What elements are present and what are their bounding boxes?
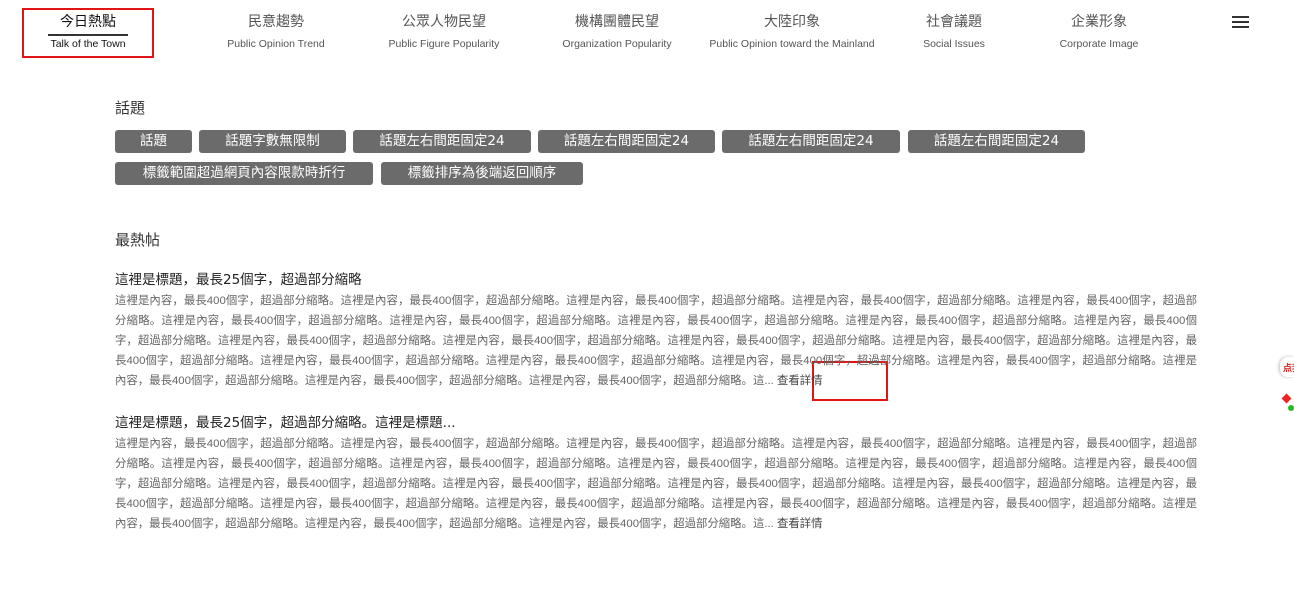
post-excerpt: 這裡是內容，最長400個字，超過部分縮略。這裡是內容，最長400個字，超過部分縮… (115, 291, 1197, 391)
nav-item-label-zh: 大陸印象 (764, 14, 820, 30)
nav-item-public-opinion-toward-mainland[interactable]: 大陸印象 Public Opinion toward the Mainland (702, 12, 882, 50)
post-body-text: 這裡是內容，最長400個字，超過部分縮略。這裡是內容，最長400個字，超過部分縮… (115, 295, 1197, 387)
nav-item-organization-popularity[interactable]: 機構團體民望 Organization Popularity (547, 12, 687, 50)
floating-side-widget[interactable]: 点我 (1278, 355, 1294, 415)
nav-item-label-zh: 公眾人物民望 (402, 14, 486, 30)
topic-tag[interactable]: 話題左右間距固定24 (722, 130, 900, 153)
post-excerpt: 這裡是內容，最長400個字，超過部分縮略。這裡是內容，最長400個字，超過部分縮… (115, 434, 1197, 534)
post-title[interactable]: 這裡是標題，最長25個字，超過部分縮略。這裡是標題... (115, 411, 456, 431)
nav-item-label-zh: 民意趨勢 (248, 14, 304, 30)
green-dot-icon (1288, 405, 1294, 411)
nav-item-label-en: Public Opinion Trend (227, 38, 325, 50)
nav-item-label-zh: 社會議題 (926, 14, 982, 30)
nav-item-label-en: Social Issues (923, 38, 985, 50)
nav-item-label-en: Public Figure Popularity (388, 38, 500, 50)
topic-tag[interactable]: 話題左右間距固定24 (908, 130, 1085, 153)
nav-item-public-figure-popularity[interactable]: 公眾人物民望 Public Figure Popularity (374, 12, 514, 50)
nav-item-label-en: Corporate Image (1059, 38, 1139, 50)
topic-tag[interactable]: 標籤排序為後端返回順序 (381, 162, 583, 185)
topic-tag[interactable]: 話題 (115, 130, 192, 153)
annotation-highlight-box (22, 8, 154, 58)
hot-posts-section-title: 最熱帖 (115, 231, 161, 249)
post-body-text: 這裡是內容，最長400個字，超過部分縮略。這裡是內容，最長400個字，超過部分縮… (115, 438, 1197, 530)
nav-item-social-issues[interactable]: 社會議題 Social Issues (904, 12, 1004, 50)
nav-item-corporate-image[interactable]: 企業形象 Corporate Image (1044, 12, 1154, 50)
topic-tag[interactable]: 標籤範圍超過網頁內容限款時折行 (115, 162, 373, 185)
nav-item-public-opinion-trend[interactable]: 民意趨勢 Public Opinion Trend (206, 12, 346, 50)
topic-tag[interactable]: 話題左右間距固定24 (353, 130, 531, 153)
nav-item-label-zh: 企業形象 (1071, 14, 1127, 30)
hamburger-menu-icon[interactable] (1232, 16, 1249, 29)
red-diamond-icon (1281, 393, 1292, 404)
top-navigation: 今日熱點 Talk of the Town 民意趨勢 Public Opinio… (0, 0, 1294, 62)
nav-item-label-en: Organization Popularity (562, 38, 672, 50)
nav-item-label-en: Public Opinion toward the Mainland (709, 38, 875, 50)
topic-tag[interactable]: 話題字數無限制 (199, 130, 346, 153)
topics-section-title: 話題 (115, 99, 146, 117)
topic-tag[interactable]: 話題左右間距固定24 (538, 130, 715, 153)
side-widget-badge: 点我 (1280, 357, 1294, 377)
post-title[interactable]: 這裡是標題，最長25個字，超過部分縮略 (115, 268, 362, 288)
side-widget-label: 点我 (1283, 364, 1294, 374)
nav-item-label-zh: 機構團體民望 (575, 14, 659, 30)
view-details-link[interactable]: 查看詳情 (777, 375, 823, 387)
view-details-link[interactable]: 查看詳情 (777, 518, 823, 530)
